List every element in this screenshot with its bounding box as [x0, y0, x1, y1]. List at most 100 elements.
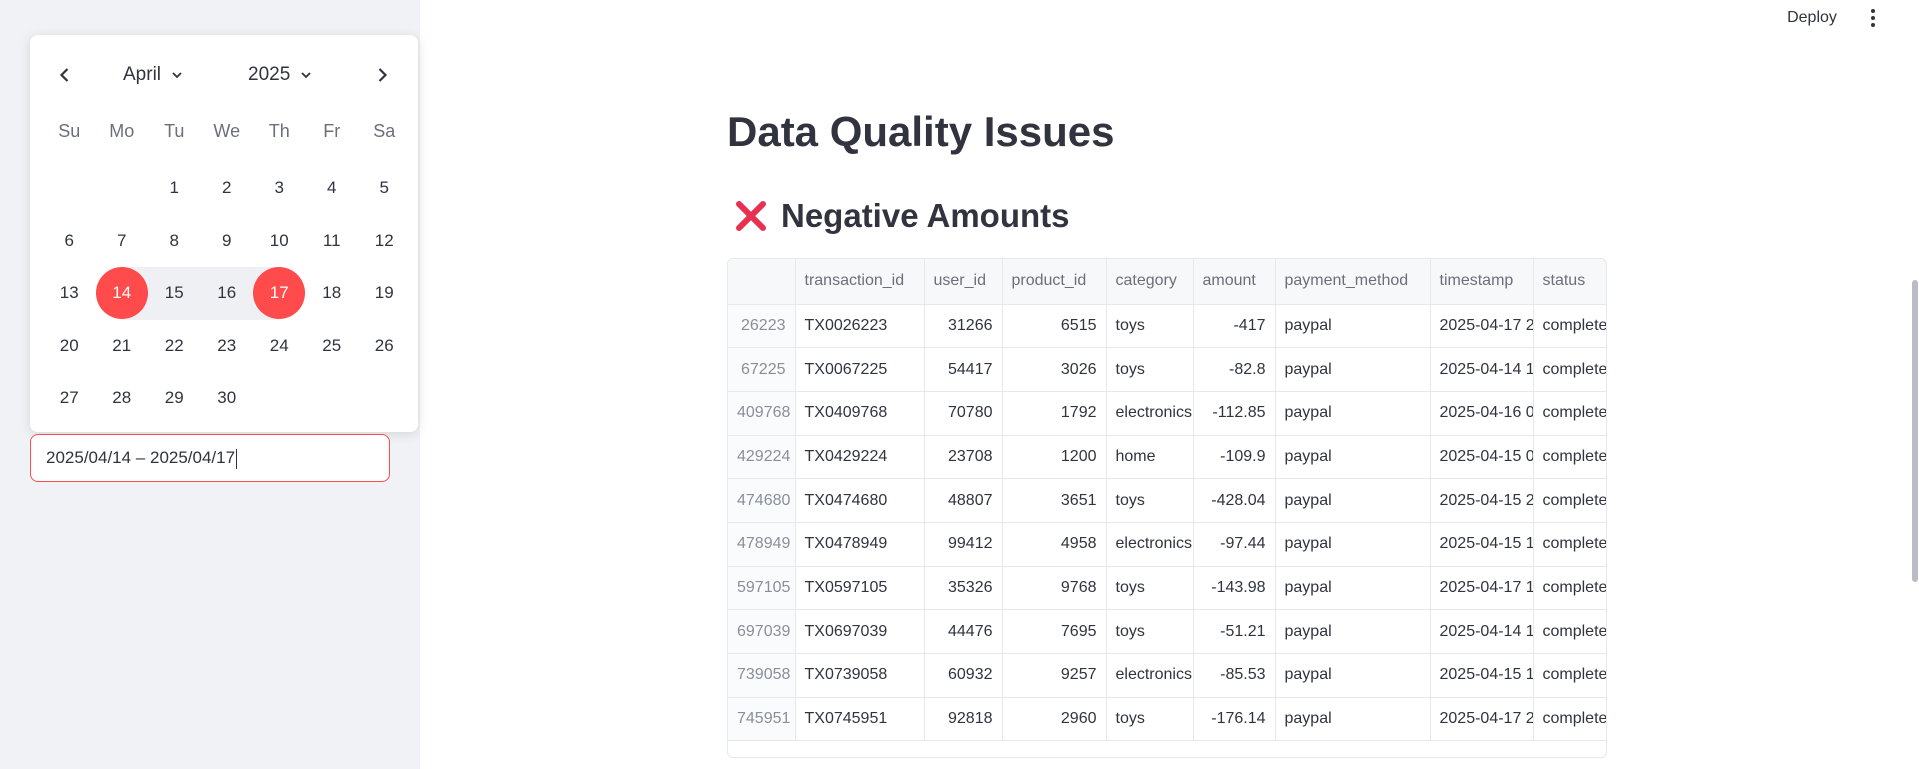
calendar-day[interactable]: 14 — [95, 267, 148, 320]
table-cell[interactable]: 2025-04-17 2 — [1430, 304, 1534, 349]
table-cell[interactable]: complete — [1533, 435, 1606, 480]
table-cell[interactable]: 2025-04-14 1 — [1430, 609, 1534, 654]
table-row[interactable]: 597105 TX0597105 35326 9768 toys -143.98 paypa… — [728, 566, 1606, 611]
index-column-header[interactable] — [728, 259, 796, 305]
table-cell[interactable]: 2025-04-17 1 — [1430, 566, 1534, 611]
table-cell[interactable]: -97.44 — [1193, 522, 1276, 567]
table-cell[interactable]: 2025-04-15 0 — [1430, 435, 1534, 480]
calendar-day[interactable]: 3 — [253, 162, 306, 215]
column-header[interactable]: amount — [1193, 259, 1276, 305]
month-select[interactable]: April — [123, 61, 183, 89]
table-cell[interactable]: TX0697039 — [795, 609, 925, 654]
table-cell[interactable]: TX0739058 — [795, 653, 925, 698]
table-cell[interactable]: paypal — [1275, 566, 1431, 611]
table-row[interactable]: 67225 TX0067225 54417 3026 toys -82.8 paypal 20… — [728, 347, 1606, 392]
table-cell[interactable]: complete — [1533, 347, 1606, 392]
table-cell[interactable]: 3651 — [1002, 478, 1107, 523]
column-header[interactable]: category — [1106, 259, 1194, 305]
calendar-day[interactable]: 26 — [358, 320, 411, 373]
row-index-cell[interactable]: 745951 — [728, 697, 796, 742]
column-header[interactable]: status — [1533, 259, 1606, 305]
table-cell[interactable]: home — [1106, 435, 1194, 480]
calendar-day[interactable]: 6 — [43, 215, 96, 268]
calendar-day[interactable]: 24 — [253, 320, 306, 373]
table-row[interactable]: 409768 TX0409768 70780 1792 electronics -112.… — [728, 391, 1606, 436]
table-cell[interactable]: paypal — [1275, 697, 1431, 742]
table-cell[interactable]: toys — [1106, 347, 1194, 392]
table-cell[interactable]: TX0474680 — [795, 478, 925, 523]
table-cell[interactable]: TX0597105 — [795, 566, 925, 611]
previous-month-button[interactable] — [51, 61, 79, 89]
row-index-cell[interactable]: 67225 — [728, 347, 796, 392]
table-cell[interactable]: 54417 — [924, 347, 1003, 392]
calendar-day[interactable]: 7 — [96, 215, 149, 268]
table-cell[interactable]: 44476 — [924, 609, 1003, 654]
table-cell[interactable]: paypal — [1275, 522, 1431, 567]
table-cell[interactable]: 2025-04-14 1 — [1430, 347, 1534, 392]
calendar-day[interactable]: 30 — [201, 372, 254, 425]
calendar-day[interactable]: 29 — [148, 372, 201, 425]
table-cell[interactable]: -85.53 — [1193, 653, 1276, 698]
table-cell[interactable]: 2025-04-17 2 — [1430, 697, 1534, 742]
table-cell[interactable]: 48807 — [924, 478, 1003, 523]
table-row[interactable]: 739058 TX0739058 60932 9257 electronics -85.5… — [728, 653, 1606, 698]
row-index-cell[interactable]: 739058 — [728, 653, 796, 698]
calendar-day[interactable]: 8 — [148, 215, 201, 268]
table-cell[interactable]: 6515 — [1002, 304, 1107, 349]
calendar-day[interactable]: 21 — [96, 320, 149, 373]
table-cell[interactable]: 9257 — [1002, 653, 1107, 698]
table-cell[interactable]: toys — [1106, 609, 1194, 654]
table-cell[interactable]: 2025-04-15 1 — [1430, 522, 1534, 567]
table-cell[interactable]: 35326 — [924, 566, 1003, 611]
table-cell[interactable]: paypal — [1275, 478, 1431, 523]
calendar-day[interactable]: 27 — [43, 372, 96, 425]
table-cell[interactable]: electronics — [1106, 522, 1194, 567]
table-cell[interactable]: TX0067225 — [795, 347, 925, 392]
table-cell[interactable]: 99412 — [924, 522, 1003, 567]
table-cell[interactable]: paypal — [1275, 347, 1431, 392]
column-header[interactable]: product_id — [1002, 259, 1107, 305]
column-header[interactable]: transaction_id — [795, 259, 925, 305]
table-cell[interactable]: TX0745951 — [795, 697, 925, 742]
calendar-day[interactable]: 13 — [43, 267, 96, 320]
table-cell[interactable]: TX0409768 — [795, 391, 925, 436]
date-range-input[interactable]: 2025/04/14 – 2025/04/17 — [30, 434, 390, 482]
table-cell[interactable]: 60932 — [924, 653, 1003, 698]
calendar-day[interactable]: 9 — [201, 215, 254, 268]
table-cell[interactable]: paypal — [1275, 609, 1431, 654]
table-cell[interactable]: toys — [1106, 566, 1194, 611]
table-row[interactable]: 26223 TX0026223 31266 6515 toys -417 paypal 202… — [728, 304, 1606, 349]
scrollbar[interactable] — [1912, 280, 1918, 582]
row-index-cell[interactable]: 474680 — [728, 478, 796, 523]
row-index-cell[interactable]: 409768 — [728, 391, 796, 436]
table-cell[interactable]: 2025-04-15 2 — [1430, 478, 1534, 523]
row-index-cell[interactable]: 429224 — [728, 435, 796, 480]
table-cell[interactable]: complete — [1533, 653, 1606, 698]
calendar-day[interactable]: 2 — [201, 162, 254, 215]
column-header[interactable]: user_id — [924, 259, 1003, 305]
table-cell[interactable]: complete — [1533, 697, 1606, 742]
table-row[interactable]: 697039 TX0697039 44476 7695 toys -51.21 paypal… — [728, 609, 1606, 654]
calendar-day[interactable]: 20 — [43, 320, 96, 373]
table-cell[interactable]: -176.14 — [1193, 697, 1276, 742]
table-cell[interactable]: 2960 — [1002, 697, 1107, 742]
row-index-cell[interactable]: 597105 — [728, 566, 796, 611]
table-cell[interactable]: electronics — [1106, 391, 1194, 436]
table-cell[interactable]: 23708 — [924, 435, 1003, 480]
table-cell[interactable]: complete — [1533, 522, 1606, 567]
table-cell[interactable]: TX0026223 — [795, 304, 925, 349]
table-cell[interactable]: complete — [1533, 478, 1606, 523]
table-cell[interactable]: 2025-04-16 0 — [1430, 391, 1534, 436]
table-cell[interactable]: TX0429224 — [795, 435, 925, 480]
calendar-day[interactable]: 22 — [148, 320, 201, 373]
table-row[interactable]: 429224 TX0429224 23708 1200 home -109.9 paypal… — [728, 435, 1606, 480]
table-cell[interactable]: 70780 — [924, 391, 1003, 436]
table-cell[interactable]: 1200 — [1002, 435, 1107, 480]
calendar-day[interactable]: 15 — [148, 267, 201, 320]
calendar-day[interactable]: 1 — [148, 162, 201, 215]
table-cell[interactable]: toys — [1106, 304, 1194, 349]
calendar-day[interactable]: 17 — [253, 267, 306, 320]
column-header[interactable]: payment_method — [1275, 259, 1431, 305]
calendar-day[interactable]: 25 — [306, 320, 359, 373]
data-table[interactable]: transaction_id user_id product_id category a… — [727, 258, 1607, 758]
